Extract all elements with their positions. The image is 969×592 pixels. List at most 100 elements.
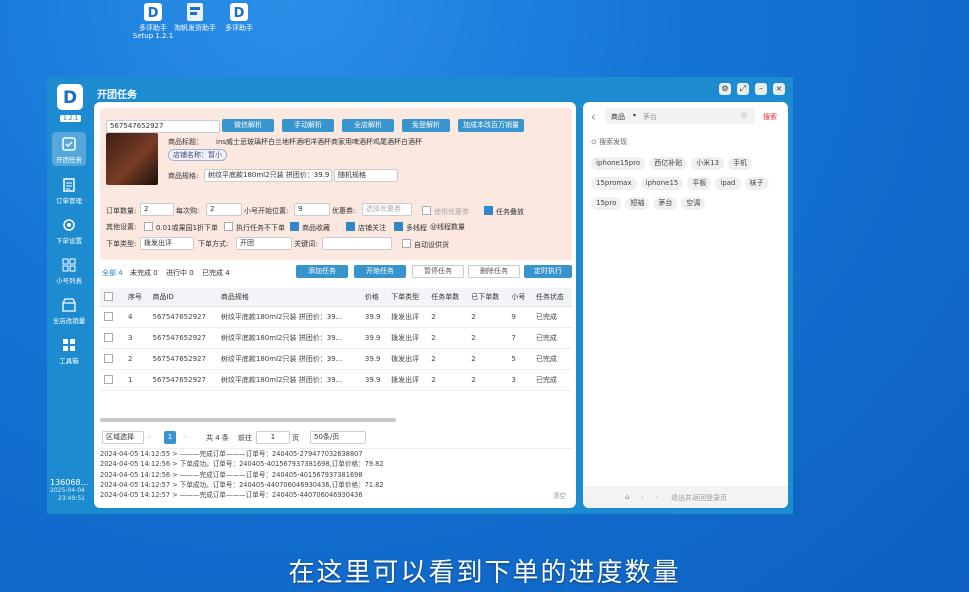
goto-page-input[interactable]: 1 [256,431,290,444]
select-all-checkbox[interactable] [104,292,113,301]
order-type-select[interactable]: 拨发出评 [140,237,194,250]
desktop-icon-shipping[interactable]: 淘帆发货助手 [170,2,220,32]
page-1-button[interactable]: 1 [164,431,176,444]
nav-forward-icon[interactable]: › [655,493,658,501]
row-checkbox[interactable] [104,333,113,342]
sidebar-item-toolbox[interactable]: 工具箱 [52,333,86,365]
schedule-button[interactable]: 定时执行 [524,265,572,278]
clear-log-button[interactable]: 清空 [553,491,566,501]
search-input[interactable]: 茅台 [643,112,657,122]
camera-icon[interactable]: ◎ [741,111,747,119]
search-box[interactable]: 商品 ▾ 茅台 ◎ [605,108,755,124]
home-icon[interactable]: ⌂ [625,493,629,501]
chip[interactable]: 短袖 [625,197,650,210]
discount-checkbox[interactable]: 0.01或果园1折下单 [144,222,218,233]
filter-all[interactable]: 全部 4 [102,268,123,278]
cell-ordered-qty: 2 [467,306,508,328]
pause-task-button[interactable]: 暂停任务 [412,265,464,278]
goto-label: 前往 [238,434,252,442]
nologin-parse-button[interactable]: 免登解析 [402,119,450,132]
filter-incomplete[interactable]: 未完成 0 [130,268,158,278]
back-icon[interactable]: ‹ [591,110,596,124]
cell-account: 3 [507,369,532,391]
chip[interactable]: 空调 [681,197,706,210]
cell-order-type: 拨发出评 [387,327,428,349]
product-id-input[interactable]: 567547652927 [106,120,220,133]
cell-index: 1 [124,369,149,391]
per-buy-input[interactable]: 2 [206,203,242,216]
nav-back-icon[interactable]: ‹ [641,493,644,501]
sidebar-item-order-settings[interactable]: 下单设置 [52,213,86,245]
wechat-parse-button[interactable]: 微信解析 [222,119,274,132]
spec-select[interactable]: 树纹平底款180ml2只装 拼团价：39.9 [204,169,332,182]
chip[interactable]: 袜子 [744,177,769,190]
chip[interactable]: 西亿补贴 [649,157,688,170]
use-coupon-checkbox[interactable]: 使用优惠券 [422,206,469,217]
sidebar-item-group-tasks[interactable]: 开团任务 [52,132,86,166]
col-price[interactable]: 价格 [360,288,388,307]
boost-sales-button[interactable]: 加成本改百万销量 [458,119,524,132]
table-row[interactable]: 1 567547652927 树纹平底款180ml2只装 拼团价：39... 3… [100,369,572,391]
chip[interactable]: iphone15pro [591,157,646,170]
start-pos-input[interactable]: 9 [294,203,330,216]
follow-shop-checkbox[interactable]: 店铺关注 [346,222,386,233]
per-buy-label: 每次购: [176,207,200,215]
next-page-button[interactable]: › [184,433,187,441]
product-title-label: 商品标题： [168,138,203,146]
start-task-button[interactable]: 开始任务 [354,265,406,278]
table-row[interactable]: 3 567547652927 树纹平底款180ml2只装 拼团价：39... 3… [100,327,572,349]
auto-ship-checkbox[interactable]: 自动设供货 [402,239,449,250]
delete-task-button[interactable]: 删除任务 [468,265,520,278]
row-checkbox[interactable] [104,375,113,384]
sidebar-item-shop-sales[interactable]: 全店改销量 [52,293,86,325]
filter-running[interactable]: 进行中 0 [166,268,194,278]
category-select[interactable]: 商品 [611,112,625,122]
page-size-select[interactable]: 50条/页 [310,431,366,444]
table-row[interactable]: 2 567547652927 树纹平底款180ml2只装 拼团价：39... 3… [100,348,572,370]
keyword-input[interactable] [322,237,392,250]
horizontal-scrollbar[interactable] [100,418,396,422]
search-button[interactable]: 搜索 [763,112,777,122]
region-select[interactable]: 区域选择 [102,431,144,444]
coupon-select[interactable]: 选择优惠券 [362,203,412,216]
prev-page-button[interactable]: ‹ [148,433,151,441]
task-stack-checkbox[interactable]: 任务叠放 [484,206,524,217]
chip[interactable]: 平板 [687,177,712,190]
sidebar-item-accounts[interactable]: 小号列表 [52,253,86,285]
chip[interactable]: ipad [715,177,741,190]
row-checkbox[interactable] [104,354,113,363]
filter-done[interactable]: 已完成 4 [202,268,230,278]
logout-link[interactable]: 退出并返回登录页 [671,493,727,503]
maximize-button[interactable]: ⤢ [737,83,749,95]
table-row[interactable]: 4 567547652927 树纹平底款180ml2只装 拼团价：39... 3… [100,306,572,328]
chip[interactable]: 15promax [591,177,637,190]
account-time: 23:49:51 [58,495,85,502]
settings-window-button[interactable]: ⚙ [719,83,731,95]
cell-order-type: 拨发出评 [387,306,428,328]
chip[interactable]: 手机 [728,157,753,170]
chip[interactable]: 茅台 [653,197,678,210]
minimize-button[interactable]: – [755,83,767,95]
col-product-id: 商品ID [148,288,217,307]
chip[interactable]: 15pro [591,197,622,210]
chip[interactable]: iphone15 [640,177,684,190]
multithread-checkbox[interactable]: 多线程 [394,222,427,233]
gear-icon [63,219,75,231]
random-spec-select[interactable]: 随机规格 [334,169,398,182]
order-mode-select[interactable]: 开团 [236,237,292,250]
app-logo-icon: D [230,3,248,21]
sidebar-item-orders[interactable]: 订单管理 [52,173,86,205]
no-order-checkbox[interactable]: 执行任务不下单 [224,222,285,233]
shop-parse-button[interactable]: 全店解析 [342,119,394,132]
chip[interactable]: 小米13 [691,157,725,170]
favorite-checkbox[interactable]: 商品收藏 [290,222,330,233]
order-qty-input[interactable]: 2 [140,203,174,216]
close-button[interactable]: × [773,83,785,95]
cell-task-qty: 2 [427,327,468,349]
app-logo-icon [187,3,203,21]
cell-index: 4 [124,306,149,328]
row-checkbox[interactable] [104,312,113,321]
desktop-icon-app[interactable]: D 多评助手 [214,2,264,32]
manual-parse-button[interactable]: 手动解析 [282,119,334,132]
add-task-button[interactable]: 添加任务 [296,265,348,278]
